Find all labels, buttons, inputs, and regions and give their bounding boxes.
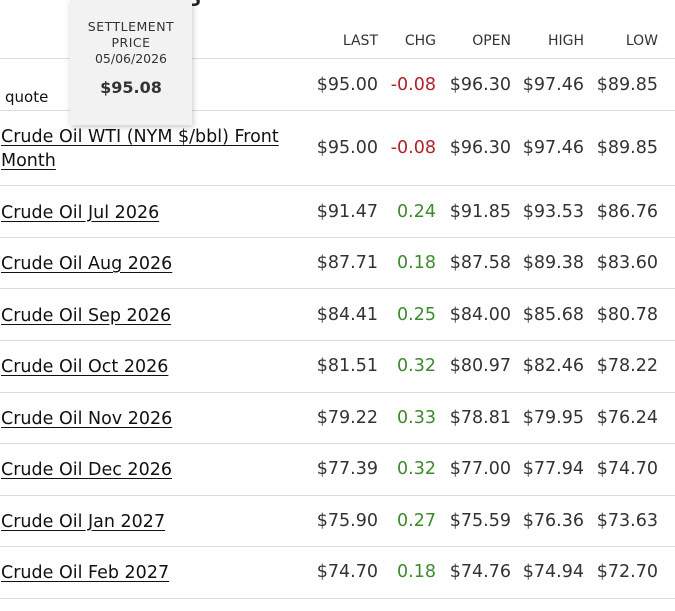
cell-last: $91.47 xyxy=(316,202,378,222)
cell-open: $87.58 xyxy=(449,253,511,273)
quote-last: $95.00 xyxy=(316,75,378,95)
cell-chg: 0.25 xyxy=(397,305,436,325)
settlement-date: 05/06/2026 xyxy=(94,51,168,66)
cell-high: $97.46 xyxy=(522,138,584,158)
cell-open: $96.30 xyxy=(449,138,511,158)
cell-chg: 0.27 xyxy=(397,511,436,531)
cell-low: $74.70 xyxy=(596,459,658,479)
cell-low: $86.76 xyxy=(596,202,658,222)
settlement-label-line2: PRICE xyxy=(111,35,151,50)
cell-open: $91.85 xyxy=(449,202,511,222)
cell-open: $84.00 xyxy=(449,305,511,325)
cell-low: $72.70 xyxy=(596,562,658,582)
cell-low: $83.60 xyxy=(596,253,658,273)
cell-open: $80.97 xyxy=(449,356,511,376)
cell-last: $77.39 xyxy=(316,459,378,479)
cell-open: $74.76 xyxy=(449,562,511,582)
table-row: Crude Oil Sep 2026 $84.41 0.25 $84.00 $8… xyxy=(0,289,675,341)
cell-chg: 0.18 xyxy=(397,253,436,273)
quote-low: $89.85 xyxy=(596,75,658,95)
contract-link[interactable]: Crude Oil Nov 2026 xyxy=(1,407,281,431)
cell-open: $77.00 xyxy=(449,459,511,479)
cell-high: $79.95 xyxy=(522,408,584,428)
contract-link[interactable]: Crude Oil Sep 2026 xyxy=(1,304,281,328)
table-row: Crude Oil Dec 2026 $77.39 0.32 $77.00 $7… xyxy=(0,444,675,496)
table-row: Crude Oil Jul 2026 $91.47 0.24 $91.85 $9… xyxy=(0,186,675,238)
cell-chg: 0.18 xyxy=(397,562,436,582)
cell-last: $84.41 xyxy=(316,305,378,325)
cell-chg: 0.33 xyxy=(397,408,436,428)
contract-link[interactable]: Crude Oil Dec 2026 xyxy=(1,458,281,482)
cell-chg: 0.32 xyxy=(397,459,436,479)
column-header-low[interactable]: LOW xyxy=(626,33,658,49)
contract-link[interactable]: Crude Oil WTI (NYM $/bbl) Front Month xyxy=(1,125,281,173)
cell-high: $82.46 xyxy=(522,356,584,376)
cell-high: $89.38 xyxy=(522,253,584,273)
cell-open: $75.59 xyxy=(449,511,511,531)
cell-last: $95.00 xyxy=(316,138,378,158)
cell-low: $78.22 xyxy=(596,356,658,376)
column-header-high[interactable]: HIGH xyxy=(548,33,584,49)
cell-high: $76.36 xyxy=(522,511,584,531)
cell-low: $73.63 xyxy=(596,511,658,531)
cell-last: $81.51 xyxy=(316,356,378,376)
column-header-open[interactable]: OPEN xyxy=(472,33,511,49)
table-row: Crude Oil Oct 2026 $81.51 0.32 $80.97 $8… xyxy=(0,341,675,393)
cell-low: $80.78 xyxy=(596,305,658,325)
cell-chg: 0.24 xyxy=(397,202,436,222)
cell-high: $85.68 xyxy=(522,305,584,325)
cell-last: $87.71 xyxy=(316,253,378,273)
table-row: Crude Oil Aug 2026 $87.71 0.18 $87.58 $8… xyxy=(0,238,675,289)
cell-last: $79.22 xyxy=(316,408,378,428)
cell-chg: -0.08 xyxy=(390,138,436,158)
column-header-chg[interactable]: CHG xyxy=(405,33,436,49)
cell-high: $74.94 xyxy=(522,562,584,582)
contract-link[interactable]: Crude Oil Jul 2026 xyxy=(1,201,281,225)
contract-link[interactable]: Crude Oil Jan 2027 xyxy=(1,510,281,534)
column-header-last[interactable]: LAST xyxy=(343,33,378,49)
cell-open: $78.81 xyxy=(449,408,511,428)
settlement-price-value: $95.08 xyxy=(100,78,162,97)
cell-chg: 0.32 xyxy=(397,356,436,376)
cell-low: $76.24 xyxy=(596,408,658,428)
futures-table-page: S LAST CHG OPEN HIGH LOW SETTLEMENT PRIC… xyxy=(0,0,675,611)
cell-last: $75.90 xyxy=(316,511,378,531)
cell-last: $74.70 xyxy=(316,562,378,582)
cell-low: $89.85 xyxy=(596,138,658,158)
cell-high: $93.53 xyxy=(522,202,584,222)
quote-label: quote xyxy=(5,88,49,106)
contract-link[interactable]: Crude Oil Oct 2026 xyxy=(1,355,281,379)
table-row: Crude Oil Jan 2027 $75.90 0.27 $75.59 $7… xyxy=(0,496,675,547)
table-row: Crude Oil Feb 2027 $74.70 0.18 $74.76 $7… xyxy=(0,547,675,599)
contract-link[interactable]: Crude Oil Aug 2026 xyxy=(1,252,281,276)
settlement-label-line1: SETTLEMENT xyxy=(87,19,175,34)
quote-high: $97.46 xyxy=(522,75,584,95)
settlement-price-tooltip: SETTLEMENT PRICE 05/06/2026 $95.08 xyxy=(70,0,192,125)
cell-high: $77.94 xyxy=(522,459,584,479)
quote-open: $96.30 xyxy=(449,75,511,95)
table-row: Crude Oil Nov 2026 $79.22 0.33 $78.81 $7… xyxy=(0,393,675,444)
contract-link[interactable]: Crude Oil Feb 2027 xyxy=(1,561,281,585)
quote-chg: -0.08 xyxy=(390,75,436,95)
